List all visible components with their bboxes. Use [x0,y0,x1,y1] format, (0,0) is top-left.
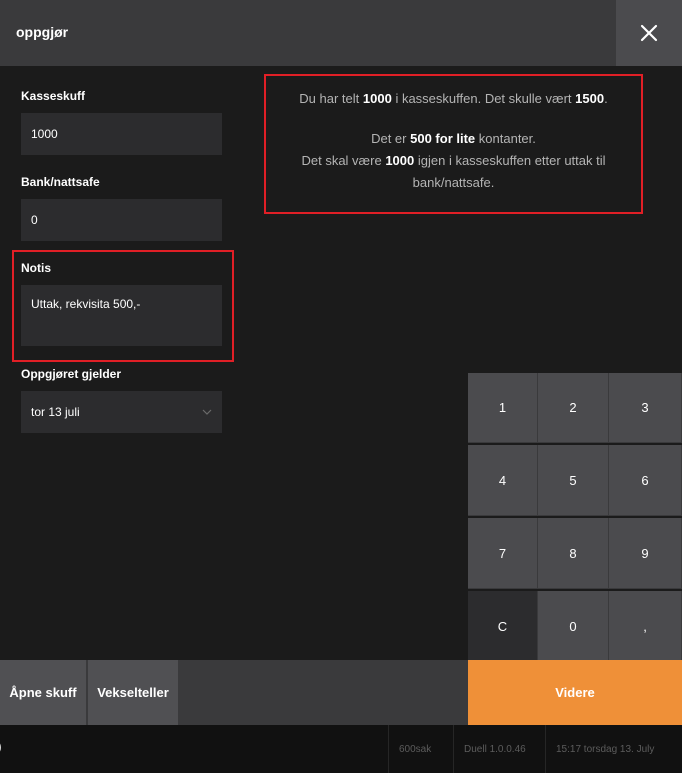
info-text: . [604,91,608,106]
status-datetime: 15:17 torsdag 13. July [545,725,682,773]
info-text: Det er [371,131,407,146]
info-text: bank/nattsafe. [412,175,495,190]
key-9[interactable]: 9 [609,518,682,589]
kasseskuff-input[interactable] [21,113,222,155]
chevron-down-icon [202,409,212,415]
key-0[interactable]: 0 [538,591,609,663]
info-text: Det skal være [301,153,382,168]
status-bar: ) 600sak Duell 1.0.0.46 15:17 torsdag 13… [0,725,682,773]
key-3[interactable]: 3 [609,373,682,443]
date-select[interactable]: tor 13 juli [21,391,222,433]
close-button[interactable] [616,0,682,66]
notis-highlight [12,250,234,362]
date-select-value: tor 13 juli [31,405,80,419]
next-button[interactable]: Videre [468,660,682,725]
close-icon [640,24,658,42]
info-text: i kasseskuffen. Det skulle vært [395,91,572,106]
date-label: Oppgjøret gjelder [21,367,122,381]
bank-label: Bank/nattsafe [21,175,100,189]
dialog-title: oppgjør [16,24,69,40]
info-text: igjen i kasseskuffen etter uttak til [417,153,606,168]
info-counted: 1000 [362,91,392,106]
info-text: Du har telt [299,91,360,106]
key-5[interactable]: 5 [538,445,609,516]
key-1[interactable]: 1 [468,373,538,443]
key-4[interactable]: 4 [468,445,538,516]
key-2[interactable]: 2 [538,373,609,443]
numeric-keypad: 1 2 3 4 5 6 7 8 9 C 0 , [468,373,682,663]
key-7[interactable]: 7 [468,518,538,589]
summary-info: Du har telt 1000 i kasseskuffen. Det sku… [264,74,643,214]
status-left-text: ) [0,738,2,754]
bank-input[interactable] [21,199,222,241]
status-version: Duell 1.0.0.46 [453,725,545,773]
kasseskuff-label: Kasseskuff [21,89,86,103]
dialog-header: oppgjør [0,0,682,66]
status-user: 600sak [388,725,453,773]
info-expected: 1500 [575,91,605,106]
open-drawer-button[interactable]: Åpne skuff [0,660,87,725]
key-comma[interactable]: , [609,591,682,663]
change-counter-button[interactable]: Vekselteller [88,660,179,725]
info-remaining: 1000 [385,153,415,168]
info-difference: 500 for lite [410,131,476,146]
key-6[interactable]: 6 [609,445,682,516]
info-text: kontanter. [478,131,536,146]
key-clear[interactable]: C [468,591,538,663]
key-8[interactable]: 8 [538,518,609,589]
